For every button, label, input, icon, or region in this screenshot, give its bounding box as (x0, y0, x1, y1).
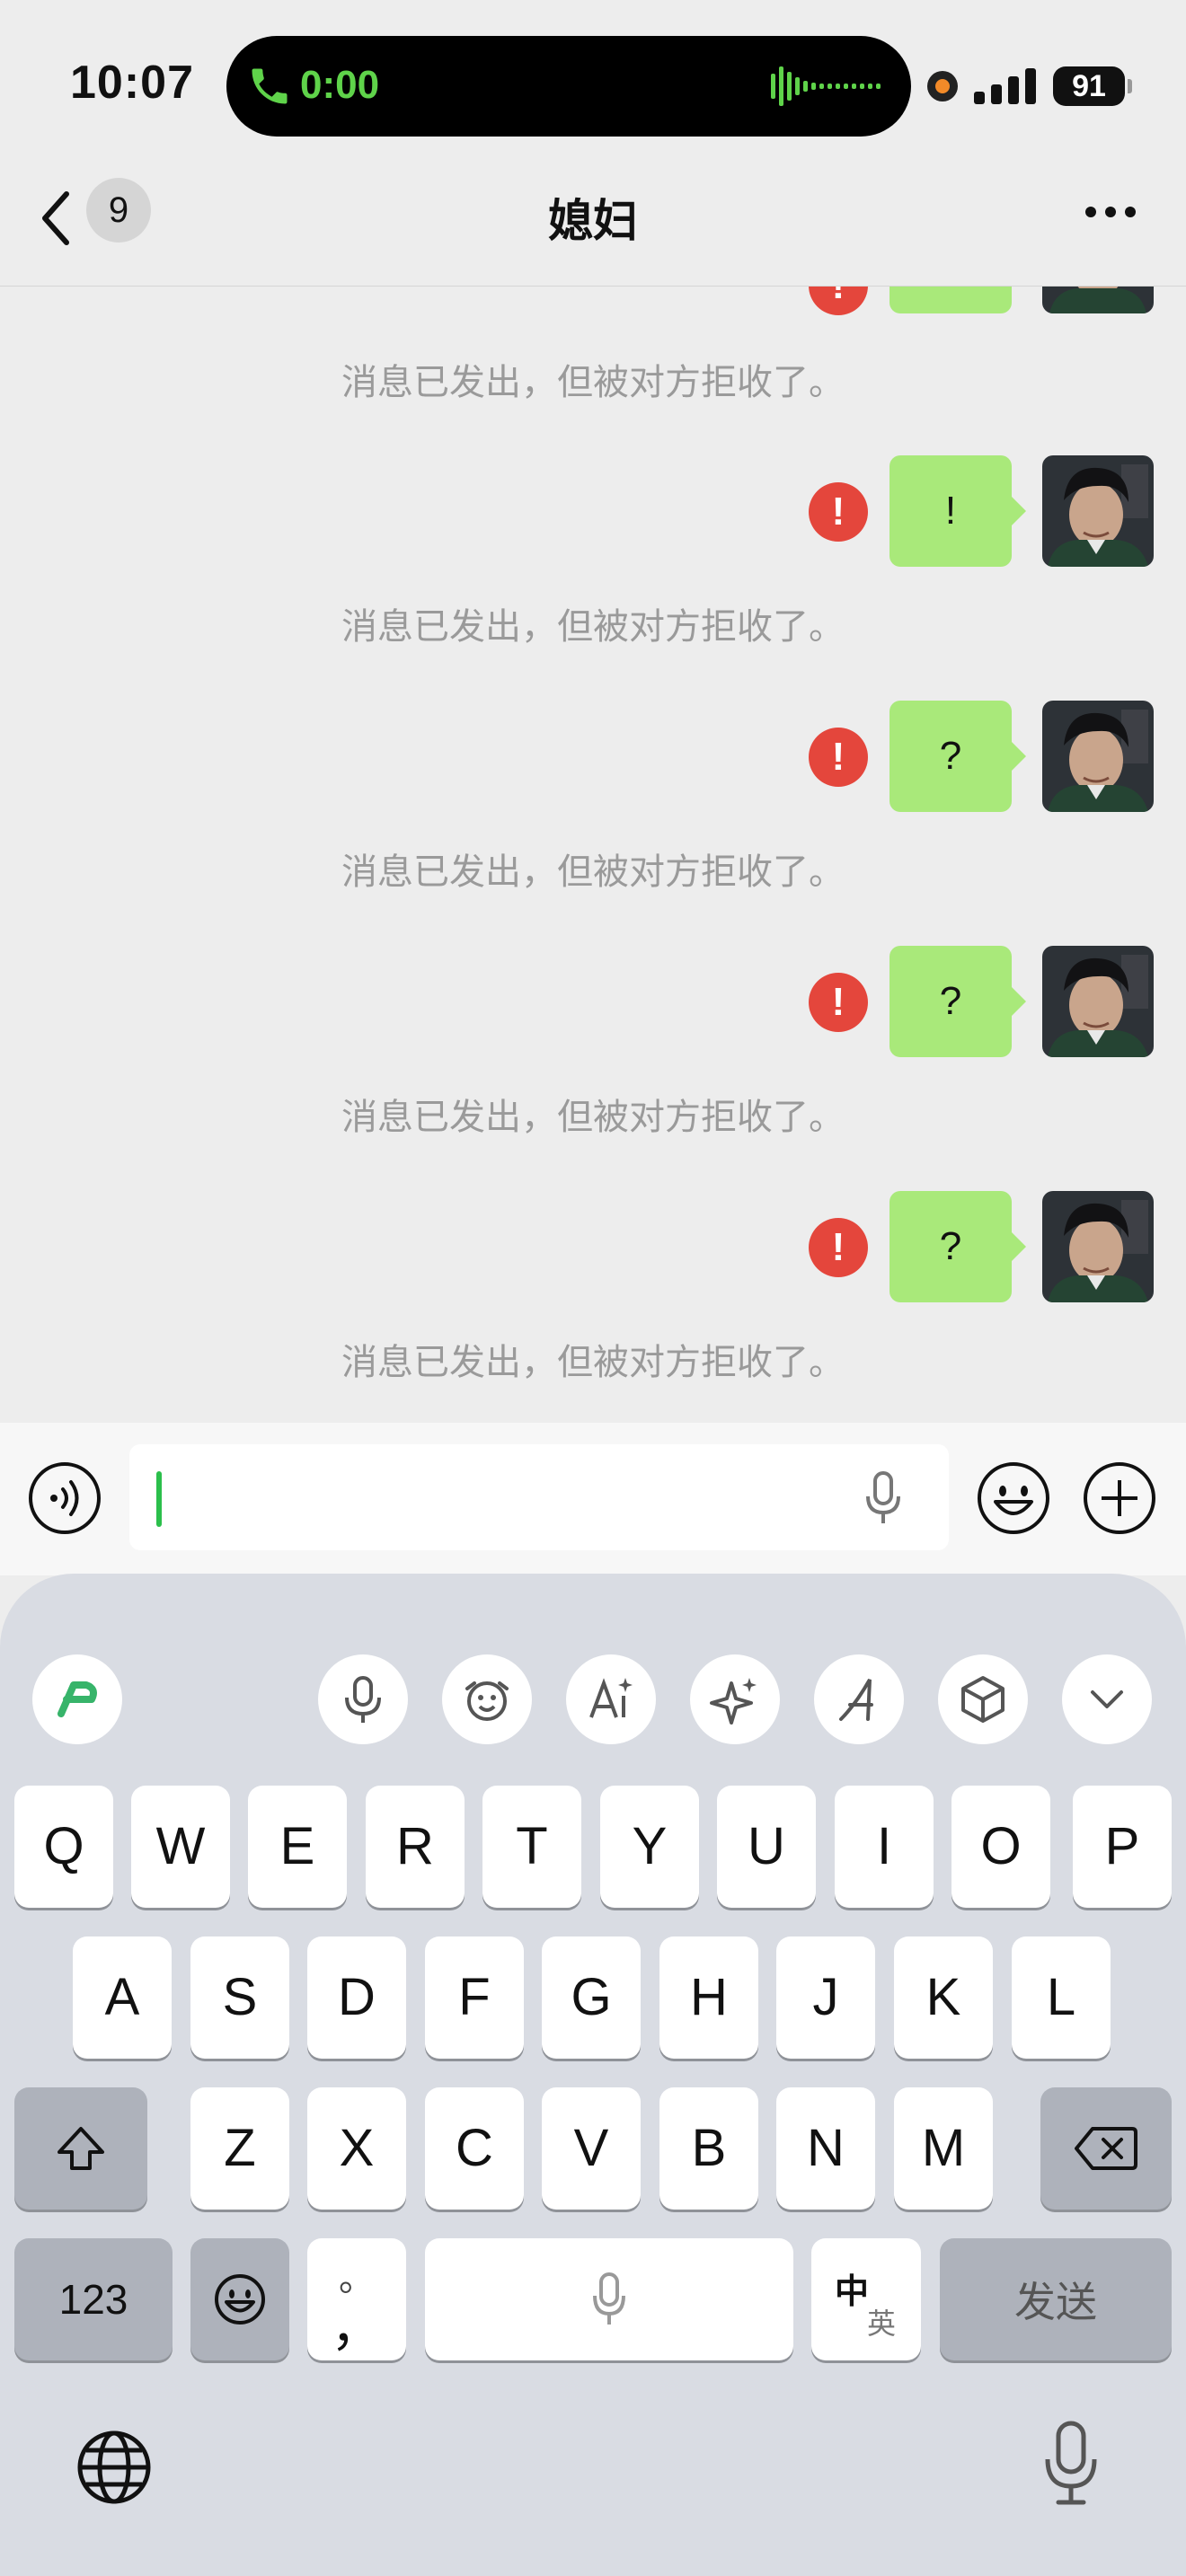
message-bubble[interactable] (890, 287, 1012, 313)
backspace-key[interactable] (1040, 2087, 1172, 2210)
key-n[interactable]: N (776, 2087, 875, 2210)
send-failed-icon[interactable]: ! (809, 1218, 868, 1277)
rejected-notice: 消息已发出，但被对方拒收了。 (341, 852, 845, 892)
key-a[interactable]: A (73, 1936, 172, 2059)
message-row: ! ! (0, 455, 1186, 567)
message-list[interactable]: ! 消息已发出，但被对方拒收了。 ! ! 消息已发出，但被对方拒收了。 ! ? … (0, 287, 1186, 1423)
key-i[interactable]: I (835, 1786, 934, 1908)
mic-icon[interactable] (864, 1471, 902, 1525)
chevron-down-icon[interactable] (1062, 1654, 1152, 1744)
send-failed-icon[interactable]: ! (809, 973, 868, 1032)
rejected-notice: 消息已发出，但被对方拒收了。 (341, 1098, 845, 1137)
key-y[interactable]: Y (600, 1786, 699, 1908)
key-m[interactable]: M (894, 2087, 993, 2210)
message-input[interactable] (129, 1444, 949, 1550)
space-key[interactable] (425, 2238, 793, 2360)
more-dots-icon[interactable] (1084, 203, 1137, 221)
avatar[interactable] (1042, 701, 1154, 812)
key-k[interactable]: K (894, 1936, 993, 2059)
key-x[interactable]: X (307, 2087, 406, 2210)
avatar[interactable] (1042, 946, 1154, 1057)
send-failed-icon[interactable]: ! (809, 728, 868, 787)
key-e[interactable]: E (248, 1786, 347, 1908)
message-input-bar (0, 1423, 1186, 1575)
numbers-key[interactable]: 123 (14, 2238, 173, 2360)
key-l[interactable]: L (1012, 1936, 1111, 2059)
chat-header: 9 媳妇 (0, 153, 1186, 287)
key-q[interactable]: Q (14, 1786, 113, 1908)
font-style-icon[interactable] (814, 1654, 904, 1744)
app-logo-icon[interactable] (32, 1654, 122, 1744)
key-v[interactable]: V (542, 2087, 641, 2210)
battery-indicator: 91 (1053, 66, 1132, 106)
emoji-icon[interactable] (976, 1460, 1051, 1536)
dynamic-island-call[interactable]: 0:00 (226, 36, 911, 137)
avatar[interactable] (1042, 287, 1154, 313)
send-key[interactable]: 发送 (940, 2238, 1172, 2360)
cellular-signal-icon (974, 68, 1036, 104)
key-j[interactable]: J (776, 1936, 875, 2059)
plus-icon[interactable] (1082, 1460, 1157, 1536)
key-h[interactable]: H (659, 1936, 758, 2059)
send-label: 发送 (1014, 2279, 1097, 2325)
key-d[interactable]: D (307, 1936, 406, 2059)
key-p[interactable]: P (1073, 1786, 1172, 1908)
text-caret (156, 1471, 162, 1527)
key-b[interactable]: B (659, 2087, 758, 2210)
backspace-icon (1075, 2127, 1137, 2170)
key-c[interactable]: C (425, 2087, 524, 2210)
emoji-icon (215, 2274, 265, 2325)
rejected-notice: 消息已发出，但被对方拒收了。 (341, 363, 845, 402)
key-f[interactable]: F (425, 1936, 524, 2059)
key-r[interactable]: R (366, 1786, 465, 1908)
phone-icon (252, 68, 288, 104)
key-t[interactable]: T (482, 1786, 581, 1908)
call-duration: 0:00 (300, 63, 380, 107)
message-bubble[interactable]: ! (890, 455, 1026, 567)
mic-in-use-indicator (927, 71, 958, 101)
message-bubble[interactable]: ? (890, 946, 1026, 1057)
status-time: 10:07 (70, 57, 194, 109)
avatar[interactable] (1042, 455, 1154, 567)
shift-key[interactable] (14, 2087, 147, 2210)
memoji-icon[interactable] (442, 1654, 532, 1744)
message-row: ! (0, 287, 1186, 315)
audio-wave-icon (771, 66, 881, 106)
status-bar: 10:07 0:00 91 (0, 0, 1186, 153)
chat-title: 媳妇 (548, 196, 638, 246)
ai-text-icon[interactable] (566, 1654, 656, 1744)
rejected-notice: 消息已发出，但被对方拒收了。 (341, 1343, 845, 1382)
key-z[interactable]: Z (190, 2087, 289, 2210)
key-g[interactable]: G (542, 1936, 641, 2059)
punct-bottom: ， (330, 2298, 383, 2357)
lang-zh-label: 中 (835, 2273, 870, 2311)
language-switch-key[interactable]: 中 英 (811, 2238, 921, 2360)
rejected-notice: 消息已发出，但被对方拒收了。 (341, 607, 845, 647)
voice-mode-icon[interactable] (27, 1460, 102, 1536)
dictation-mic-icon[interactable] (1044, 2420, 1098, 2506)
message-bubble[interactable]: ? (890, 701, 1026, 812)
key-w[interactable]: W (131, 1786, 230, 1908)
shift-arrow-icon (58, 2127, 104, 2170)
cube-icon[interactable] (938, 1654, 1028, 1744)
message-row: ! ? (0, 946, 1186, 1057)
punctuation-key[interactable]: 。 ， (307, 2238, 406, 2360)
key-o[interactable]: O (951, 1786, 1050, 1908)
mic-icon (593, 2272, 625, 2325)
globe-icon[interactable] (74, 2427, 155, 2508)
message-row: ! ? (0, 701, 1186, 812)
key-u[interactable]: U (717, 1786, 816, 1908)
sparkle-icon[interactable] (690, 1654, 780, 1744)
key-s[interactable]: S (190, 1936, 289, 2059)
mic-icon[interactable] (318, 1654, 408, 1744)
message-bubble[interactable]: ? (890, 1191, 1026, 1302)
keyboard: Q W E R T Y U I O P A S D F G H J K L Z … (0, 1574, 1186, 2576)
emoji-key[interactable] (190, 2238, 289, 2360)
message-row: ! ? (0, 1191, 1186, 1302)
send-failed-icon[interactable]: ! (809, 287, 868, 315)
lang-en-label: 英 (867, 2307, 897, 2340)
send-failed-icon[interactable]: ! (809, 482, 868, 542)
avatar[interactable] (1042, 1191, 1154, 1302)
